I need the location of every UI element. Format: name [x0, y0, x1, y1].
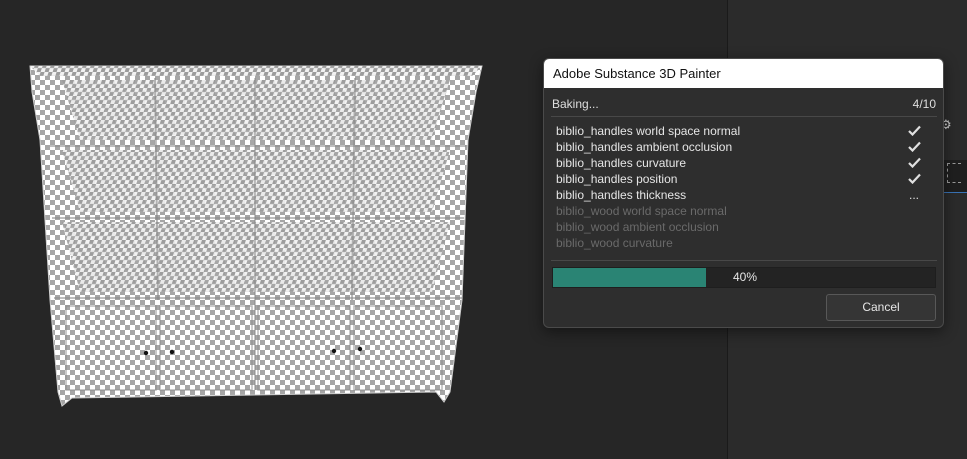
baking-progress-bar: 40% [552, 267, 936, 288]
bake-item: biblio_wood world space normal [556, 204, 926, 220]
bake-item-name: biblio_wood world space normal [556, 204, 727, 218]
bake-item-name: biblio_handles thickness [556, 188, 687, 202]
bake-item-name: biblio_wood ambient occlusion [556, 220, 719, 234]
bake-item-name: biblio_handles curvature [556, 156, 687, 170]
bake-item-name: biblio_handles world space normal [556, 124, 741, 138]
bake-item: biblio_handles ambient occlusion [556, 140, 926, 156]
dialog-title: Adobe Substance 3D Painter [544, 59, 943, 88]
baking-dialog: Adobe Substance 3D Painter Baking... 4/1… [543, 58, 944, 328]
bake-item-list: biblio_handles world space normal biblio… [556, 124, 926, 252]
baking-status-row: Baking... 4/10 [551, 96, 937, 117]
divider [551, 260, 937, 261]
check-icon [906, 140, 922, 156]
bake-item-name: biblio_handles position [556, 172, 678, 186]
bake-item: biblio_handles position [556, 172, 926, 188]
panel-item-thumbnail [947, 163, 961, 183]
bake-item: biblio_wood ambient occlusion [556, 220, 926, 236]
bake-item: biblio_handles world space normal [556, 124, 926, 140]
bake-item: biblio_handles curvature [556, 156, 926, 172]
progress-percent: 40% [732, 270, 758, 284]
in-progress-indicator: ... [908, 188, 919, 202]
bake-item-name: biblio_wood curvature [556, 236, 673, 250]
check-icon [906, 124, 922, 140]
bake-item: biblio_wood curvature [556, 236, 926, 252]
bake-item: biblio_handles thickness ... [556, 188, 926, 204]
bake-item-name: biblio_handles ambient occlusion [556, 140, 733, 154]
check-icon [906, 172, 922, 188]
check-icon [906, 156, 922, 172]
cancel-button[interactable]: Cancel [826, 294, 936, 321]
baking-progress-count: 4/10 [912, 97, 936, 111]
baking-status-label: Baking... [552, 97, 599, 111]
